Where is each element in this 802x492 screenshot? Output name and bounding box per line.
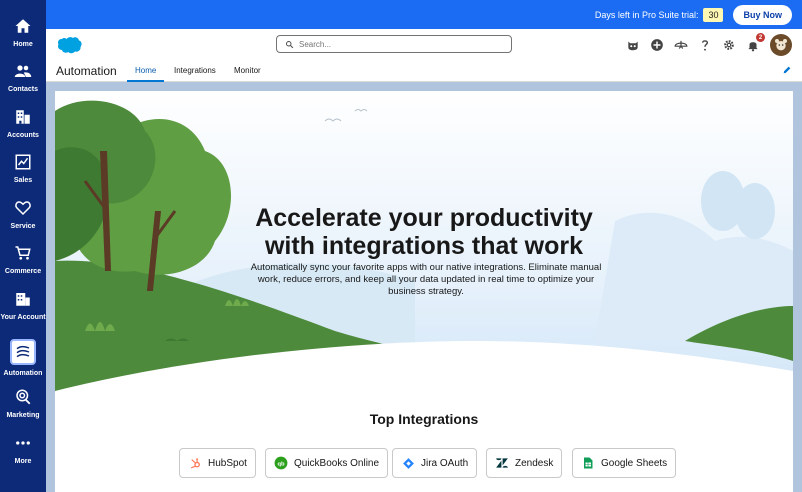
- nav-item-your-account[interactable]: Your Account: [0, 290, 46, 322]
- notification-badge: 2: [756, 33, 765, 42]
- tab-monitor[interactable]: Monitor: [234, 66, 261, 82]
- contacts-icon: [14, 65, 32, 77]
- cart-icon: [15, 246, 31, 260]
- marketing-icon: [16, 389, 31, 405]
- global-header: 2: [46, 29, 802, 60]
- nav-label: Automation: [3, 370, 43, 377]
- more-icon: [16, 441, 30, 445]
- plus-circle-icon: [651, 39, 663, 51]
- trial-text: Days left in Pro Suite trial:: [594, 9, 699, 20]
- nav-item-sales[interactable]: Sales: [0, 153, 46, 185]
- nav-item-service[interactable]: Service: [0, 199, 46, 231]
- heart-icon: [15, 201, 31, 216]
- quickbooks-icon: qb: [274, 456, 288, 470]
- header-icons: 2: [618, 33, 792, 57]
- integration-label: Zendesk: [515, 457, 554, 469]
- agent-button[interactable]: [624, 36, 642, 54]
- nav-active-box: [10, 339, 36, 365]
- building-icon: [16, 293, 30, 306]
- tab-integrations[interactable]: Integrations: [174, 66, 216, 82]
- salesforce-logo-icon[interactable]: [56, 36, 82, 54]
- global-search[interactable]: [276, 35, 512, 53]
- integration-buttons: HubSpot qb QuickBooks Online Jira OAuth …: [55, 448, 793, 479]
- hubspot-button[interactable]: HubSpot: [179, 448, 256, 478]
- nav-item-commerce[interactable]: Commerce: [0, 244, 46, 276]
- hero-title: Accelerate your productivity with integr…: [215, 204, 633, 260]
- trial-days-badge: 30: [703, 7, 724, 22]
- integration-label: HubSpot: [208, 457, 247, 469]
- nav-label: Accounts: [7, 132, 39, 139]
- trailhead-icon: [674, 40, 688, 49]
- gear-icon: [724, 40, 734, 50]
- nav-item-automation[interactable]: Automation: [0, 339, 46, 378]
- nav-label: Sales: [13, 177, 33, 184]
- nav-label: Contacts: [8, 86, 38, 93]
- main-content: Accelerate your productivity with integr…: [46, 82, 802, 492]
- hero-title-line1: Accelerate your productivity: [255, 204, 593, 232]
- nav-label: Home: [13, 41, 33, 48]
- app-name: Automation: [56, 64, 117, 78]
- svg-text:qb: qb: [277, 461, 285, 467]
- nav-label: Service: [10, 223, 36, 230]
- jira-oauth-button[interactable]: Jira OAuth: [392, 448, 478, 478]
- quickbooks-online-button[interactable]: qb QuickBooks Online: [265, 448, 389, 478]
- zendesk-icon: [495, 456, 509, 470]
- accounts-icon: [16, 110, 30, 124]
- home-icon: [15, 19, 31, 33]
- automation-home-card: Accelerate your productivity with integr…: [55, 91, 793, 492]
- top-integrations-title: Top Integrations: [369, 411, 479, 427]
- avatar-icon: [775, 39, 787, 51]
- nav-label: Commerce: [4, 268, 42, 275]
- buy-now-button[interactable]: Buy Now: [733, 4, 792, 25]
- hero-title-line2: with integrations that work: [264, 232, 584, 260]
- nav-item-home[interactable]: Home: [0, 17, 46, 49]
- search-icon: [286, 40, 294, 48]
- help-icon: [701, 40, 709, 51]
- automation-icon: [16, 345, 30, 358]
- integration-label: Jira OAuth: [421, 457, 469, 469]
- setup-button[interactable]: [720, 36, 738, 54]
- help-button[interactable]: [696, 36, 714, 54]
- app-tab-bar: Automation Home Integrations Monitor: [46, 60, 802, 82]
- trial-banner: Days left in Pro Suite trial: 30 Buy Now: [46, 0, 802, 29]
- google-sheets-icon: [581, 456, 595, 470]
- hubspot-icon: [188, 456, 202, 470]
- nav-item-accounts[interactable]: Accounts: [0, 108, 46, 140]
- sales-icon: [15, 154, 31, 170]
- nav-label: More: [14, 458, 32, 465]
- hero-description: Automatically sync your favorite apps wi…: [250, 262, 602, 297]
- tab-home[interactable]: Home: [127, 66, 165, 82]
- nav-item-contacts[interactable]: Contacts: [0, 62, 46, 94]
- search-input[interactable]: [299, 39, 499, 49]
- integration-label: QuickBooks Online: [294, 457, 380, 469]
- user-avatar[interactable]: [770, 34, 792, 56]
- jira-icon: [401, 456, 415, 470]
- edit-nav-pencil-icon[interactable]: [782, 65, 792, 75]
- nav-item-marketing[interactable]: Marketing: [0, 388, 46, 420]
- notifications-button[interactable]: 2: [744, 33, 765, 54]
- left-nav: Home Contacts Accounts Sales Service Com…: [0, 0, 46, 492]
- astro-agent-icon: [628, 41, 638, 51]
- integration-label: Google Sheets: [601, 457, 668, 469]
- nav-item-more[interactable]: More: [0, 434, 46, 466]
- nav-label: Your Account: [0, 314, 46, 321]
- nav-label: Marketing: [6, 412, 40, 419]
- google-sheets-button[interactable]: Google Sheets: [572, 448, 677, 478]
- trailhead-button[interactable]: [672, 36, 690, 54]
- zendesk-button[interactable]: Zendesk: [486, 448, 563, 478]
- global-create-button[interactable]: [648, 36, 666, 54]
